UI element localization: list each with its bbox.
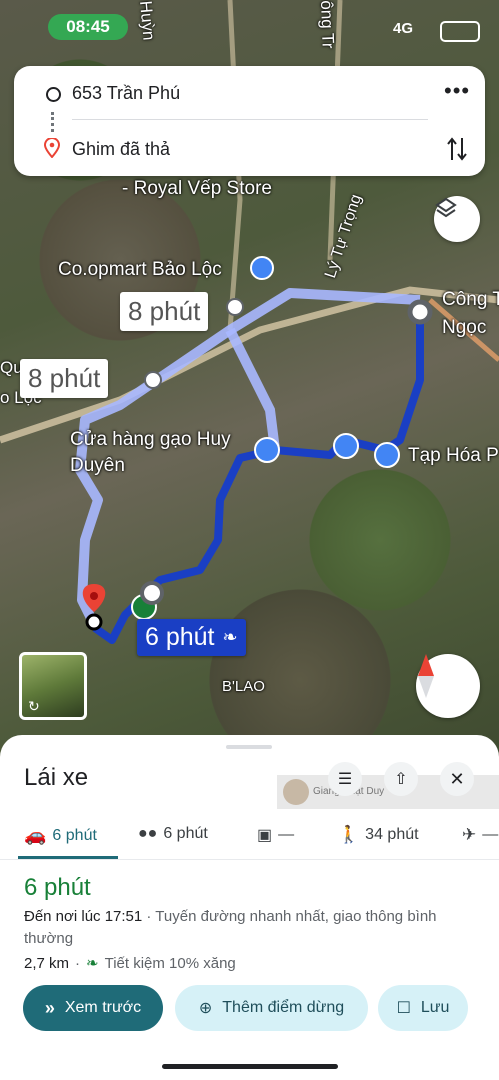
mode-tab-flight[interactable]: ✈ — bbox=[462, 825, 498, 845]
leaf-icon: ❧ bbox=[222, 627, 238, 647]
layers-icon bbox=[435, 197, 457, 218]
route-stats: 2,7 km · ❧ Tiết kiệm 10% xăng bbox=[24, 954, 236, 973]
mode-tab-car[interactable]: 🚗 6 phút bbox=[24, 825, 97, 846]
layers-button[interactable] bbox=[434, 196, 480, 242]
place-label[interactable]: Duyên bbox=[70, 455, 125, 477]
origin-field[interactable]: 653 Trần Phú bbox=[72, 83, 180, 104]
arrival-time: Đến nơi lúc 17:51 bbox=[24, 908, 143, 925]
button-label: Thêm điểm dừng bbox=[222, 999, 345, 1016]
preview-button[interactable]: » Xem trước bbox=[23, 985, 163, 1031]
route-dots bbox=[51, 112, 57, 132]
destination-field[interactable]: Ghim đã thả bbox=[72, 139, 170, 160]
directions-card: 653 Trần Phú ••• Ghim đã thả bbox=[14, 66, 485, 176]
motorbike-icon: ●● bbox=[138, 825, 158, 842]
place-label[interactable]: - Royal Vếp Store bbox=[122, 178, 272, 200]
drag-handle[interactable] bbox=[226, 745, 272, 749]
button-label: Xem trước bbox=[64, 999, 142, 1016]
fuel-savings: Tiết kiệm 10% xăng bbox=[104, 954, 236, 972]
rotate-360-icon: ↻ bbox=[28, 698, 40, 714]
origin-circle-icon bbox=[46, 87, 61, 102]
avatar bbox=[283, 779, 309, 805]
button-label: Lưu bbox=[420, 999, 450, 1016]
place-label[interactable]: Tạp Hóa P bbox=[408, 445, 499, 467]
route-options-button[interactable]: ☰ bbox=[328, 762, 362, 796]
tune-icon: ☰ bbox=[337, 771, 353, 788]
mode-tab-motorbike[interactable]: ●● 6 phút bbox=[138, 825, 208, 843]
share-icon: ⇧ bbox=[394, 771, 408, 788]
add-location-icon: ⊕ bbox=[198, 1000, 213, 1017]
close-button[interactable]: ✕ bbox=[440, 762, 474, 796]
flight-icon: ✈ bbox=[462, 825, 477, 844]
selected-route-time-bubble[interactable]: 6 phút ❧ bbox=[137, 619, 246, 656]
signal-label: 4G bbox=[393, 20, 414, 37]
alt-route-time-bubble[interactable]: 8 phút bbox=[20, 359, 109, 398]
compass-button[interactable] bbox=[416, 654, 480, 718]
status-bar: 08:45 4G bbox=[0, 0, 499, 60]
car-icon: 🚗 bbox=[24, 825, 47, 845]
place-label[interactable]: Co.opmart Bảo Lộc bbox=[58, 259, 222, 281]
walk-icon: 🚶 bbox=[338, 825, 360, 844]
distance: 2,7 km bbox=[24, 954, 70, 972]
save-button[interactable]: ☐ Lưu bbox=[378, 985, 468, 1031]
share-button[interactable]: ⇧ bbox=[384, 762, 418, 796]
mode-label: — bbox=[278, 826, 295, 843]
route-description: Đến nơi lúc 17:51 · Tuyến đường nhanh nh… bbox=[24, 906, 474, 950]
mode-label: — bbox=[482, 826, 499, 843]
close-icon: ✕ bbox=[449, 768, 465, 789]
divider bbox=[72, 119, 428, 120]
mode-label: 6 phút bbox=[163, 825, 208, 842]
mode-tab-transit[interactable]: ▣ — bbox=[257, 825, 294, 845]
place-label[interactable]: Công T bbox=[442, 289, 499, 311]
leaf-icon: ❧ bbox=[86, 955, 99, 972]
place-label[interactable]: Ngọc bbox=[442, 317, 486, 339]
more-options-icon[interactable]: ••• bbox=[444, 80, 470, 102]
double-chevron-icon: » bbox=[44, 997, 55, 1018]
destination-pin-icon bbox=[44, 138, 60, 158]
mode-label: 34 phút bbox=[365, 826, 419, 843]
sheet-title: Lái xe bbox=[24, 764, 89, 791]
mode-label: 6 phút bbox=[52, 826, 97, 844]
bookmark-icon: ☐ bbox=[396, 1000, 411, 1017]
divider bbox=[0, 859, 499, 860]
compass-icon bbox=[418, 654, 434, 698]
add-stop-button[interactable]: ⊕ Thêm điểm dừng bbox=[175, 985, 368, 1031]
place-label[interactable]: Cửa hàng gạo Huy bbox=[70, 429, 231, 451]
transit-icon: ▣ bbox=[257, 827, 273, 844]
mode-tab-walk[interactable]: 🚶 34 phút bbox=[338, 825, 419, 845]
street-view-thumbnail[interactable]: ↻ bbox=[19, 652, 87, 720]
route-time-label: 6 phút bbox=[145, 623, 215, 651]
home-indicator[interactable] bbox=[162, 1064, 338, 1069]
alt-route-time-bubble[interactable]: 8 phút bbox=[120, 292, 209, 331]
status-time: 08:45 bbox=[48, 14, 128, 40]
area-label: B'LAO bbox=[222, 678, 265, 695]
battery-icon bbox=[440, 21, 480, 42]
route-duration: 6 phút bbox=[24, 874, 91, 901]
swap-icon[interactable] bbox=[446, 136, 468, 162]
